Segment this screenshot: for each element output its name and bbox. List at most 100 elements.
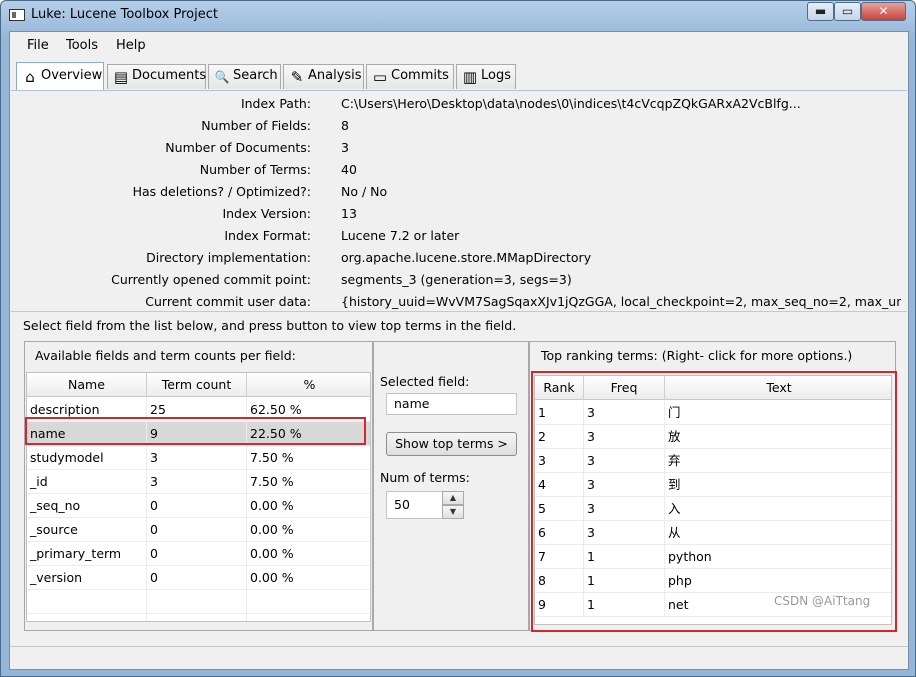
field-count-cell: 0 xyxy=(147,494,247,518)
documents-icon: ▤ xyxy=(113,68,129,86)
info-label: Current commit user data: xyxy=(145,294,311,309)
info-value: 3 xyxy=(341,140,349,155)
info-value: C:\Users\Hero\Desktop\data\nodes\0\indic… xyxy=(341,96,801,111)
field-controls-panel: Selected field: name Show top terms > Nu… xyxy=(373,341,529,631)
info-label: Directory implementation: xyxy=(146,250,311,265)
top-terms-panel: Top ranking terms: (Right- click for mor… xyxy=(529,341,897,632)
selected-field-input[interactable]: name xyxy=(386,393,517,415)
num-terms-input[interactable]: 50 xyxy=(386,491,444,519)
tab-label: Documents xyxy=(132,68,207,83)
info-label: Currently opened commit point: xyxy=(111,272,311,287)
empty-row xyxy=(27,614,370,621)
info-label: Index Version: xyxy=(222,206,311,221)
field-count-cell xyxy=(147,590,247,614)
spinner-down-icon[interactable]: ▼ xyxy=(442,505,464,519)
info-row: Currently opened commit point: segments_3… xyxy=(11,269,907,291)
tab-label: Search xyxy=(233,68,278,83)
empty-row xyxy=(27,590,370,614)
field-count-cell: 0 xyxy=(147,542,247,566)
field-pct-cell xyxy=(247,614,370,621)
app-icon xyxy=(9,9,25,21)
tab-documents[interactable]: ▤ Documents xyxy=(107,64,206,89)
selected-field-label: Selected field: xyxy=(380,374,470,389)
field-pct-cell xyxy=(247,590,370,614)
overview-page: Index Path: C:\Users\Hero\Desktop\data\no… xyxy=(11,90,907,646)
tab-overview[interactable]: ⌂ Overview xyxy=(16,62,104,90)
tab-search[interactable]: 🔍 Search xyxy=(208,64,281,89)
field-name-cell: _seq_no xyxy=(27,494,147,518)
menu-bar: File Tools Help xyxy=(10,32,908,58)
info-label: Index Path: xyxy=(240,96,311,111)
fields-table[interactable]: Name Term count % description 25 62.50 % na… xyxy=(26,372,371,622)
field-row[interactable]: studymodel 3 7.50 % xyxy=(27,446,370,470)
info-row: Number of Documents: 3 xyxy=(11,137,907,159)
menu-file[interactable]: File xyxy=(27,38,49,53)
field-name-cell: _id xyxy=(27,470,147,494)
column-header-percent[interactable]: % xyxy=(247,373,370,397)
info-value: segments_3 (generation=3, segs=3) xyxy=(341,272,572,287)
info-row: Index Format: Lucene 7.2 or later xyxy=(11,225,907,247)
field-name-cell: _primary_term xyxy=(27,542,147,566)
field-name-cell xyxy=(27,590,147,614)
commits-icon: ▭ xyxy=(372,68,388,86)
column-header-name[interactable]: Name xyxy=(27,373,147,397)
info-label: Number of Terms: xyxy=(199,162,311,177)
field-row[interactable]: _source 0 0.00 % xyxy=(27,518,370,542)
watermark: CSDN @AiTtang xyxy=(774,594,871,608)
info-label: Index Format: xyxy=(224,228,311,243)
info-value: 8 xyxy=(341,118,349,133)
info-value: Lucene 7.2 or later xyxy=(341,228,460,243)
info-value: {history_uuid=WvVM7SagSqaxXJv1jQzGGA, lo… xyxy=(341,294,901,309)
tab-bar: ⌂ Overview ▤ Documents 🔍 Search ✎ Analys… xyxy=(10,62,908,90)
close-button[interactable]: ✕ xyxy=(861,2,906,21)
logs-icon: ▥ xyxy=(462,68,478,86)
client-area: File Tools Help ⌂ Overview ▤ Documents 🔍… xyxy=(9,31,909,670)
title-bar[interactable]: Luke: Lucene Toolbox Project ▬ ▭ ✕ xyxy=(1,1,915,29)
field-row[interactable]: _id 3 7.50 % xyxy=(27,470,370,494)
info-value: No / No xyxy=(341,184,388,199)
menu-help[interactable]: Help xyxy=(116,38,146,53)
info-value: org.apache.lucene.store.MMapDirectory xyxy=(341,250,592,265)
tab-label: Logs xyxy=(481,68,511,83)
minimize-button[interactable]: ▬ xyxy=(807,2,834,21)
info-row: Index Path: C:\Users\Hero\Desktop\data\no… xyxy=(11,93,907,115)
tab-label: Overview xyxy=(41,68,103,83)
column-header-term-count[interactable]: Term count xyxy=(147,373,247,397)
analysis-icon: ✎ xyxy=(290,68,304,86)
instruction-text: Select field from the list below, and pr… xyxy=(23,318,517,333)
field-name-cell: _source xyxy=(27,518,147,542)
field-count-cell: 3 xyxy=(147,470,247,494)
field-row[interactable]: _primary_term 0 0.00 % xyxy=(27,542,370,566)
tab-label: Commits xyxy=(391,68,449,83)
info-row: Current commit user data: {history_uuid=W… xyxy=(11,291,907,313)
tab-commits[interactable]: ▭ Commits xyxy=(366,64,454,89)
field-count-cell: 0 xyxy=(147,518,247,542)
maximize-button[interactable]: ▭ xyxy=(834,2,861,21)
tab-logs[interactable]: ▥ Logs xyxy=(456,64,516,89)
spinner-up-icon[interactable]: ▲ xyxy=(442,491,464,505)
tab-label: Analysis xyxy=(308,68,362,83)
field-pct-cell: 7.50 % xyxy=(247,446,370,470)
divider xyxy=(11,311,907,312)
field-name-cell xyxy=(27,614,147,621)
show-top-terms-button[interactable]: Show top terms > xyxy=(386,432,517,456)
fields-table-header: Name Term count % xyxy=(27,373,370,397)
field-row[interactable]: _version 0 0.00 % xyxy=(27,566,370,590)
fields-panel-title: Available fields and term counts per fie… xyxy=(35,348,296,363)
field-name-cell: studymodel xyxy=(27,446,147,470)
info-row: Has deletions? / Optimized?: No / No xyxy=(11,181,907,203)
field-count-cell: 0 xyxy=(147,566,247,590)
field-pct-cell: 0.00 % xyxy=(247,542,370,566)
field-pct-cell: 7.50 % xyxy=(247,470,370,494)
info-row: Number of Terms: 40 xyxy=(11,159,907,181)
info-value: 13 xyxy=(341,206,357,221)
field-name-cell: _version xyxy=(27,566,147,590)
home-icon: ⌂ xyxy=(25,68,35,86)
field-row[interactable]: _seq_no 0 0.00 % xyxy=(27,494,370,518)
tab-analysis[interactable]: ✎ Analysis xyxy=(283,64,364,89)
search-icon: 🔍 xyxy=(214,70,230,84)
status-bar xyxy=(10,646,908,670)
menu-tools[interactable]: Tools xyxy=(66,38,98,53)
num-terms-spinner[interactable]: 50 ▲ ▼ xyxy=(386,491,466,519)
num-terms-label: Num of terms: xyxy=(380,470,470,485)
